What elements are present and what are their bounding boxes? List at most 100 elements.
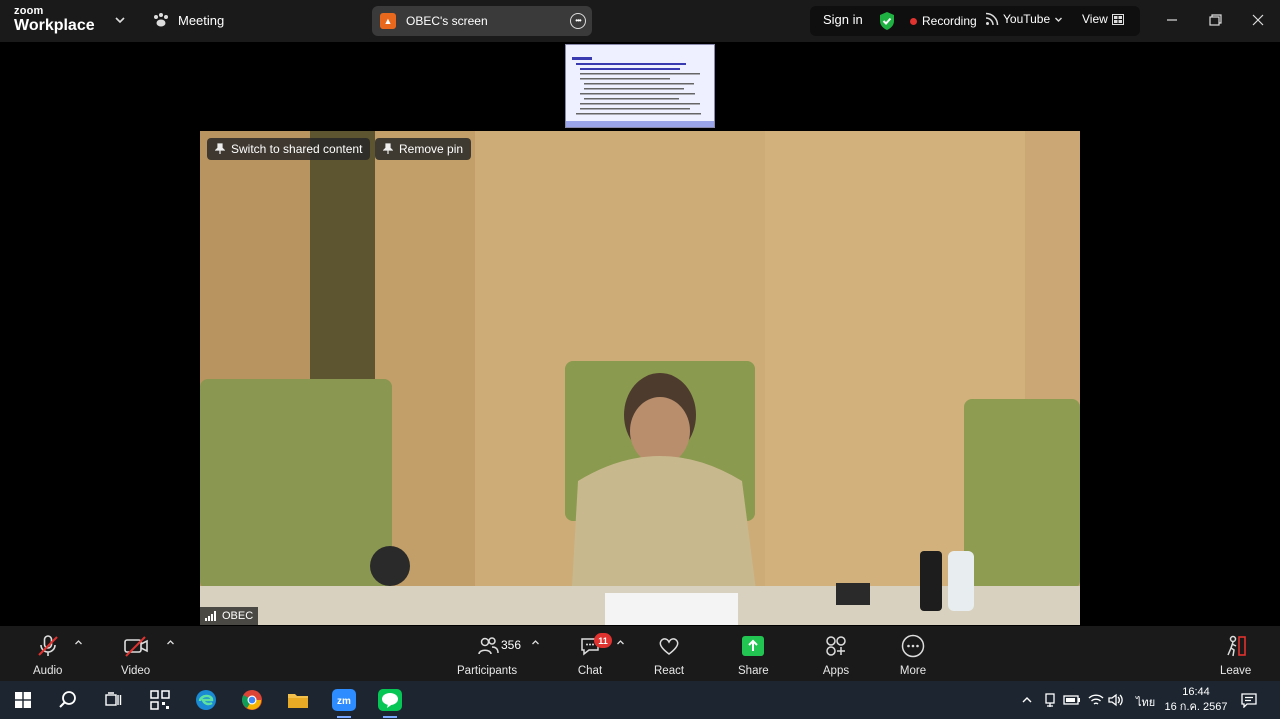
wifi-icon[interactable] xyxy=(1087,691,1105,709)
chrome-logo-icon xyxy=(242,690,262,710)
volume-icon[interactable] xyxy=(1107,691,1125,709)
switch-to-shared-content-label: Switch to shared content xyxy=(231,142,363,156)
meeting-toolbar: Audio Video Participants 356 Chat React … xyxy=(0,626,1280,681)
meeting-menu[interactable]: Meeting xyxy=(152,12,224,28)
svg-text:zm: zm xyxy=(337,696,351,707)
zoom-taskbar-icon[interactable]: zm xyxy=(331,688,357,718)
more-button[interactable]: More xyxy=(899,632,927,677)
apps-label: Apps xyxy=(822,665,850,677)
react-label: React xyxy=(654,665,685,677)
recording-dot-icon xyxy=(910,17,917,25)
chrome-browser-icon[interactable] xyxy=(239,688,265,712)
notifications-icon[interactable] xyxy=(1240,691,1258,709)
line-chat-icon xyxy=(378,689,402,711)
share-screen-icon xyxy=(742,636,765,656)
chevron-up-icon[interactable] xyxy=(531,638,540,647)
shield-check-icon[interactable] xyxy=(878,11,896,31)
apps-icon xyxy=(826,636,846,656)
title-bar: zoom Workplace Meeting ▲ OBEC's screen •… xyxy=(0,0,1280,42)
leave-button[interactable]: Leave xyxy=(1220,632,1251,677)
audio-label: Audio xyxy=(33,665,63,677)
meeting-label: Meeting xyxy=(178,12,225,28)
recording-indicator[interactable]: Recording xyxy=(910,14,977,28)
restore-icon[interactable] xyxy=(1205,10,1225,30)
chevron-up-icon[interactable] xyxy=(616,638,625,647)
apps-button[interactable]: Apps xyxy=(822,632,850,677)
shared-content-thumbnail[interactable] xyxy=(565,44,715,128)
speaker-video-image xyxy=(200,131,1080,625)
header-controls: Sign in Recording YouTube View xyxy=(810,6,1140,36)
minimize-icon[interactable] xyxy=(1162,10,1182,30)
edge-browser-icon[interactable] xyxy=(193,688,219,712)
heart-icon xyxy=(659,638,679,655)
video-button[interactable]: Video xyxy=(121,632,150,677)
battery-icon[interactable] xyxy=(1063,691,1081,709)
pin-icon xyxy=(383,143,393,154)
leave-icon xyxy=(1226,635,1246,657)
view-button[interactable]: View xyxy=(1082,12,1124,26)
chat-unread-badge: 11 xyxy=(594,633,612,648)
participants-label: Participants xyxy=(457,665,518,677)
windows-taskbar: zm ไทย 16:44 16 ก.ค. 2567 xyxy=(0,681,1280,719)
main-video-tile[interactable]: Switch to shared content Remove pin OBEC xyxy=(200,131,1080,625)
chat-label: Chat xyxy=(577,665,603,677)
zoom-workplace-logo[interactable]: zoom Workplace xyxy=(14,6,95,34)
video-off-icon xyxy=(123,636,148,657)
logo-brand-bottom: Workplace xyxy=(14,17,95,34)
switch-to-shared-content-button[interactable]: Switch to shared content xyxy=(207,138,371,160)
line-app-icon[interactable] xyxy=(377,688,403,718)
close-icon[interactable] xyxy=(1248,10,1268,30)
remove-pin-label: Remove pin xyxy=(399,142,464,156)
more-icon xyxy=(901,634,925,658)
zoom-app-icon: zm xyxy=(332,689,356,711)
windows-logo-icon xyxy=(15,692,31,708)
chevron-up-icon[interactable] xyxy=(166,638,175,647)
folder-icon xyxy=(288,694,308,708)
screen-share-label: OBEC's screen xyxy=(406,14,488,28)
youtube-livestream-button[interactable]: YouTube xyxy=(985,12,1063,26)
system-clock[interactable]: 16:44 16 ก.ค. 2567 xyxy=(1164,685,1228,715)
task-view-icon[interactable] xyxy=(100,688,126,712)
video-label: Video xyxy=(121,665,151,677)
windows-start-icon[interactable] xyxy=(10,688,36,712)
slide-preview-image xyxy=(566,45,714,127)
qr-code-icon xyxy=(150,690,170,710)
device-icon[interactable] xyxy=(1041,691,1059,709)
participants-icon xyxy=(478,637,499,655)
participant-name: OBEC xyxy=(222,610,254,622)
chevron-down-icon[interactable] xyxy=(114,14,126,26)
file-explorer-icon[interactable] xyxy=(285,688,311,712)
audio-button[interactable]: Audio xyxy=(33,632,62,677)
react-button[interactable]: React xyxy=(654,632,684,677)
recording-label: Recording xyxy=(922,14,977,28)
magnifier-icon xyxy=(59,691,76,708)
youtube-label: YouTube xyxy=(1003,12,1051,26)
chevron-up-icon[interactable] xyxy=(74,638,83,647)
input-language[interactable]: ไทย xyxy=(1136,693,1155,711)
remove-pin-button[interactable]: Remove pin xyxy=(375,138,472,160)
signal-bars-icon xyxy=(205,611,216,621)
leave-label: Leave xyxy=(1220,665,1252,677)
task-view-glyph xyxy=(105,692,122,706)
search-icon[interactable] xyxy=(55,688,81,712)
participant-name-tag: OBEC xyxy=(200,607,259,625)
logo-brand-top: zoom xyxy=(14,5,44,17)
screen-share-indicator[interactable]: ▲ OBEC's screen ••• xyxy=(372,6,592,36)
share-button[interactable]: Share xyxy=(738,632,769,677)
broadcast-icon xyxy=(985,12,999,26)
chevron-up-icon[interactable] xyxy=(1018,691,1036,709)
more-options-icon[interactable]: ••• xyxy=(570,13,586,29)
view-label: View xyxy=(1082,12,1108,26)
sign-in-button[interactable]: Sign in xyxy=(823,12,863,27)
pin-icon xyxy=(215,143,225,154)
clock-time: 16:44 xyxy=(1182,686,1210,698)
edge-logo-icon xyxy=(196,690,216,710)
paw-icon xyxy=(154,13,168,27)
clock-date: 16 ก.ค. 2567 xyxy=(1164,701,1228,713)
app-badge-icon: ▲ xyxy=(380,13,396,29)
share-label: Share xyxy=(738,665,769,677)
grid-icon xyxy=(1111,13,1124,25)
more-label: More xyxy=(899,665,927,677)
participants-count: 356 xyxy=(501,638,522,652)
qr-app-icon[interactable] xyxy=(147,688,173,712)
